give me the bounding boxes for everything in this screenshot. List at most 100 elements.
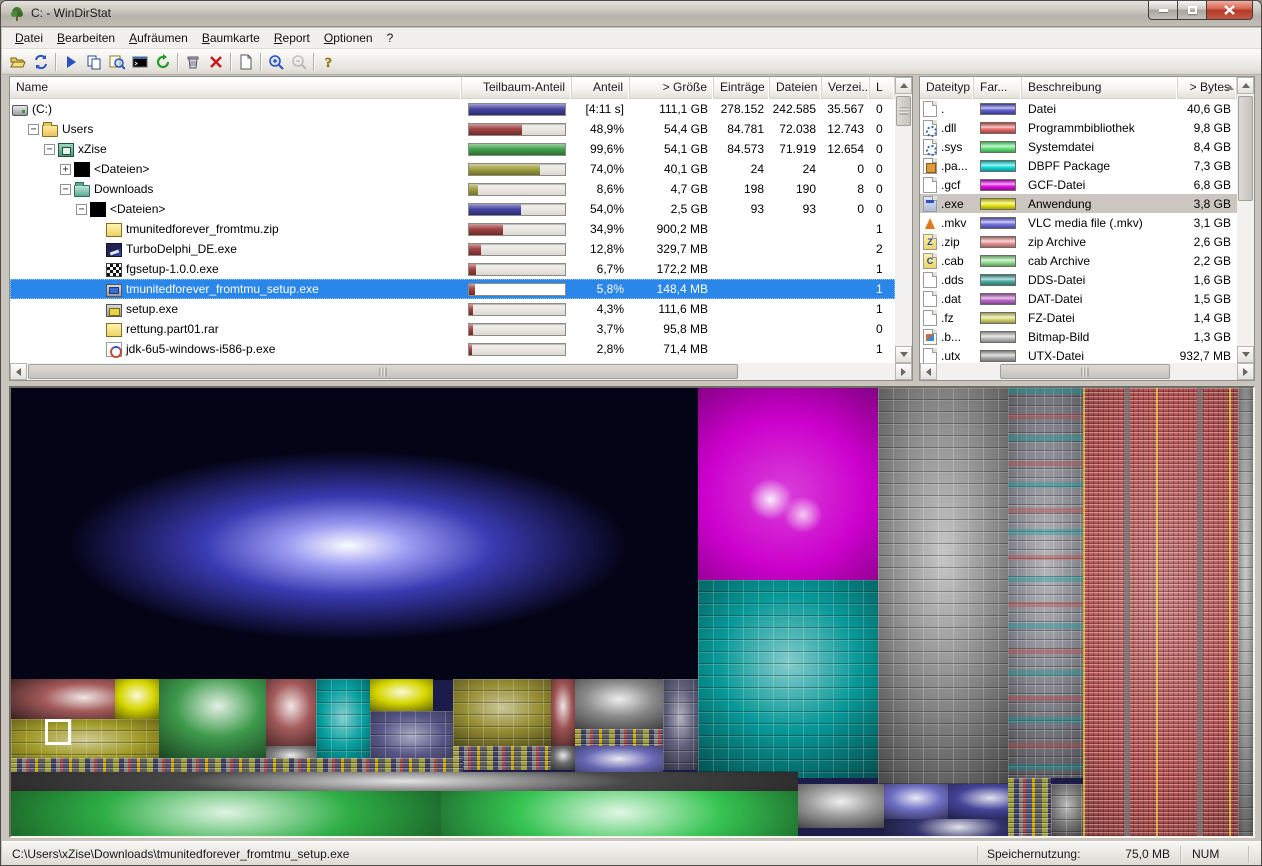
treemap-view[interactable] [9,386,1255,838]
table-row[interactable]: (C:)[4:11 s]111,1 GB278.152242.58535.567… [10,99,895,119]
column-header-teilbaumanteil[interactable]: Teilbaum-Anteil [462,77,572,99]
column-header-eintrge[interactable]: Einträge [714,77,770,99]
refresh-all-icon[interactable] [29,51,52,73]
treemap-block[interactable] [370,679,433,712]
table-row[interactable]: .ddsDDS-Datei1,6 GB [920,270,1237,289]
vertical-scrollbar[interactable] [1237,77,1254,363]
treemap-block[interactable] [11,791,441,836]
zoom-out-icon[interactable] [287,51,310,73]
tree-expander-minus[interactable]: − [76,204,87,215]
zoom-in-icon[interactable] [264,51,287,73]
maximize-button[interactable] [1178,1,1207,20]
tree-expander-minus[interactable]: − [28,124,39,135]
scroll-left-button[interactable] [920,363,937,380]
table-row[interactable]: −<Dateien>54,0%2,5 GB939300 [10,199,895,219]
tree-expander-minus[interactable]: − [44,144,55,155]
menu-help[interactable]: ? [380,29,401,47]
table-row[interactable]: .pa...DBPF Package7,3 GB [920,156,1237,175]
explorer-icon[interactable] [105,51,128,73]
horizontal-scrollbar[interactable] [10,363,912,380]
table-row[interactable]: TurboDelphi_DE.exe12,8%329,7 MB2 [10,239,895,259]
table-row[interactable]: C.cabcab Archive2,2 GB [920,251,1237,270]
treemap-block[interactable] [551,746,575,770]
treemap-block[interactable] [441,791,798,836]
treemap-block[interactable] [115,679,159,720]
treemap-block[interactable] [266,679,316,747]
treemap-block[interactable] [11,388,699,680]
table-row[interactable]: Z.zipzip Archive2,6 GB [920,232,1237,251]
treemap-block[interactable] [698,580,879,778]
treemap-block[interactable] [1238,388,1253,836]
help-icon[interactable]: ? [317,51,340,73]
table-row[interactable]: .sysSystemdatei8,4 GB [920,137,1237,156]
treemap-block[interactable] [1008,778,1051,836]
table-row[interactable]: .b...Bitmap-Bild1,3 GB [920,327,1237,346]
refresh-selected-icon[interactable] [151,51,174,73]
command-prompt-icon[interactable] [128,51,151,73]
treemap-block[interactable] [663,679,698,770]
menu-aufraeumen[interactable]: Aufräumen [122,29,195,47]
treemap-block[interactable] [159,679,266,770]
column-header-anteil[interactable]: Anteil [572,77,630,99]
column-header-name[interactable]: Name [10,77,462,99]
table-row[interactable]: .fzFZ-Datei1,4 GB [920,308,1237,327]
scroll-right-button[interactable] [895,363,912,380]
menu-datei[interactable]: Datei [8,29,50,47]
table-row[interactable]: rettung.part01.rar3,7%95,8 MB0 [10,319,895,339]
menu-bearbeiten[interactable]: Bearbeiten [50,29,122,47]
treemap-block[interactable] [575,679,663,730]
column-header-dateityp[interactable]: Dateityp [920,77,974,99]
treemap-block[interactable] [798,784,884,828]
treemap-block[interactable] [453,679,551,747]
minimize-button[interactable] [1148,1,1178,20]
column-header-bytes[interactable]: > Bytes [1178,77,1237,99]
treemap-block[interactable] [316,679,370,770]
scroll-down-button[interactable] [1237,346,1254,363]
table-row[interactable]: .mkvVLC media file (.mkv)3,1 GB [920,213,1237,232]
treemap-block[interactable] [1008,388,1084,778]
treemap-block[interactable] [11,679,115,720]
table-row[interactable]: tmunitedforever_fromtmu_setup.exe5,8%148… [10,279,895,299]
table-row[interactable]: jdk-6u5-windows-i586-p.exe2,8%71,4 MB1 [10,339,895,359]
open-folder-icon[interactable] [6,51,29,73]
menu-optionen[interactable]: Optionen [317,29,380,47]
treemap-block[interactable] [884,784,948,819]
table-row[interactable]: tmunitedforever_fromtmu.zip34,9%900,2 MB… [10,219,895,239]
scroll-up-button[interactable] [895,77,912,94]
treemap-block[interactable] [1083,388,1239,836]
column-header-l[interactable]: L [870,77,895,99]
horizontal-scrollbar[interactable] [920,363,1254,380]
column-header-dateien[interactable]: Dateien [770,77,822,99]
treemap-block[interactable] [11,772,798,791]
recycle-bin-icon[interactable] [181,51,204,73]
scroll-up-button[interactable] [1237,77,1254,94]
treemap-block[interactable] [1051,784,1083,836]
menu-baumkarte[interactable]: Baumkarte [195,29,267,47]
table-row[interactable]: setup.exe4,3%111,6 MB1 [10,299,895,319]
table-row[interactable]: +<Dateien>74,0%40,1 GB242400 [10,159,895,179]
scrollbar-thumb[interactable] [1238,96,1253,201]
table-row[interactable]: .utxUTX-Datei932,7 MB [920,346,1237,363]
table-row[interactable]: .dllProgrammbibliothek9,8 GB [920,118,1237,137]
treemap-block[interactable] [698,388,879,580]
copy-icon[interactable] [82,51,105,73]
table-row[interactable]: −Downloads8,6%4,7 GB19819080 [10,179,895,199]
treemap-block[interactable] [453,746,551,770]
empty-page-icon[interactable] [234,51,257,73]
column-header-verzei[interactable]: Verzei... [822,77,870,99]
table-row[interactable]: −Users48,9%54,4 GB84.78172.03812.7430 [10,119,895,139]
table-row[interactable]: −xZise99,6%54,1 GB84.57371.91912.6540 [10,139,895,159]
scrollbar-thumb[interactable] [896,96,911,126]
scroll-left-button[interactable] [10,363,27,380]
scroll-right-button[interactable] [1237,363,1254,380]
menu-report[interactable]: Report [267,29,317,47]
column-header-beschreibung[interactable]: Beschreibung [1022,77,1178,99]
vertical-scrollbar[interactable] [895,77,912,363]
treemap-block[interactable] [878,388,1009,784]
table-row[interactable]: .gcfGCF-Datei6,8 GB [920,175,1237,194]
delete-icon[interactable] [204,51,227,73]
table-row[interactable]: fgsetup-1.0.0.exe6,7%172,2 MB1 [10,259,895,279]
treemap-block[interactable] [11,758,463,772]
close-button[interactable] [1207,1,1253,20]
scrollbar-thumb[interactable] [28,364,738,379]
